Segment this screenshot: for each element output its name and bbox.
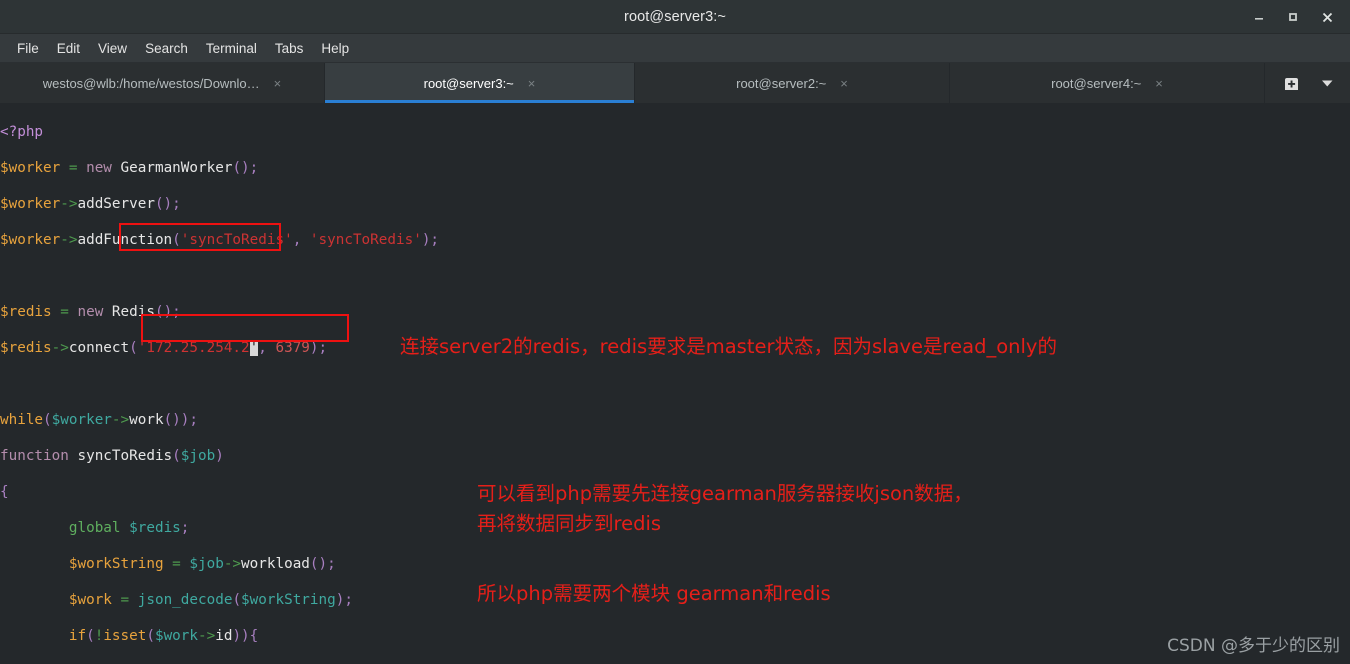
code-line-3: $worker->addServer();: [0, 196, 181, 212]
menu-item-search[interactable]: Search: [136, 37, 197, 60]
terminal-body[interactable]: <?php $worker = new GearmanWorker(); $wo…: [0, 103, 1350, 664]
code-line-14: $work = json_decode($workString);: [68, 592, 353, 608]
minimize-button[interactable]: [1242, 0, 1276, 34]
vim-buffer: <?php $worker = new GearmanWorker(); $wo…: [0, 105, 439, 664]
annotation-php-modules: 所以php需要两个模块 gearman和redis: [477, 582, 831, 605]
menu-item-help[interactable]: Help: [312, 37, 358, 60]
tab-close-icon[interactable]: ×: [1155, 77, 1163, 90]
code-line-4: $worker->addFunction('syncToRedis', 'syn…: [0, 232, 440, 248]
window-title: root@server3:~: [624, 8, 726, 25]
window-controls: [1242, 0, 1344, 34]
code-line-13: $workString = $job->workload();: [68, 556, 336, 572]
maximize-button[interactable]: [1276, 0, 1310, 34]
code-line-1: <?php: [0, 124, 44, 140]
code-line-10: function syncToRedis($job): [0, 448, 224, 464]
tab-close-icon[interactable]: ×: [528, 77, 536, 90]
tab-westos-downloads[interactable]: westos@wlb:/home/westos/Downlo… ×: [0, 63, 325, 103]
new-tab-icon[interactable]: [1276, 68, 1306, 98]
code-line-6: $redis = new Redis();: [0, 304, 181, 320]
code-line-7: $redis->connect('172.25.254.2', 6379);: [0, 340, 328, 356]
code-line-12: global $redis;: [68, 520, 190, 536]
tab-root-server3[interactable]: root@server3:~ ×: [325, 63, 635, 103]
tab-label: westos@wlb:/home/westos/Downlo…: [42, 75, 260, 91]
annotation-redis-master: 连接server2的redis，redis要求是master状态，因为slave…: [400, 335, 1057, 358]
chevron-down-icon[interactable]: [1312, 68, 1342, 98]
menu-item-tabs[interactable]: Tabs: [266, 37, 313, 60]
tab-label: root@server2:~: [736, 75, 827, 91]
title-bar: root@server3:~: [0, 0, 1350, 34]
menu-bar: File Edit View Search Terminal Tabs Help: [0, 34, 1350, 63]
tab-bar-actions: [1276, 63, 1350, 103]
menu-item-file[interactable]: File: [8, 37, 48, 60]
annotation-gearman-json: 可以看到php需要先连接gearman服务器接收json数据， 再将数据同步到re…: [477, 479, 973, 539]
tab-label: root@server4:~: [1051, 75, 1142, 91]
menu-item-terminal[interactable]: Terminal: [197, 37, 266, 60]
annotation-line-2: 再将数据同步到redis: [477, 512, 662, 535]
tab-close-icon[interactable]: ×: [840, 77, 848, 90]
code-line-15: if(!isset($work->id)){: [68, 628, 259, 644]
tab-bar: westos@wlb:/home/westos/Downlo… × root@s…: [0, 63, 1350, 103]
tab-root-server2[interactable]: root@server2:~ ×: [635, 63, 950, 103]
terminal-window: root@server3:~ File Edit View Search Ter…: [0, 0, 1350, 664]
tab-label: root@server3:~: [423, 75, 514, 91]
close-button[interactable]: [1310, 0, 1344, 34]
code-line-11: {: [0, 484, 9, 500]
annotation-line-1: 可以看到php需要先连接gearman服务器接收json数据，: [477, 482, 973, 505]
watermark: CSDN @多于少的区别: [1167, 636, 1340, 656]
menu-item-view[interactable]: View: [89, 37, 136, 60]
code-line-9: while($worker->work());: [0, 412, 199, 428]
tab-close-icon[interactable]: ×: [274, 77, 282, 90]
menu-item-edit[interactable]: Edit: [48, 37, 89, 60]
code-line-2: $worker = new GearmanWorker();: [0, 160, 259, 176]
tab-root-server4[interactable]: root@server4:~ ×: [950, 63, 1265, 103]
